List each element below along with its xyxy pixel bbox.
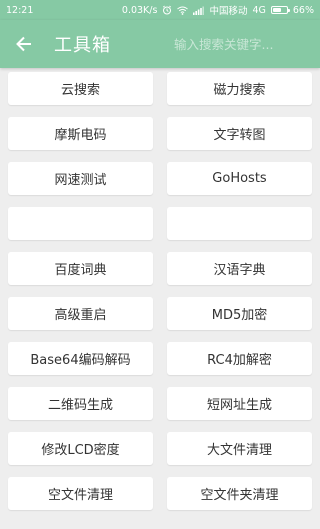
tool-button[interactable]: 短网址生成 [167,387,312,420]
alarm-icon [162,5,172,15]
tool-grid: 云搜索 磁力搜索 摩斯电码 文字转图 网速测试 GoHosts 百度词典 汉语字典 高级重启 MD… [8,72,312,510]
tool-button[interactable]: 大文件清理 [167,432,312,465]
tool-button[interactable]: 高级重启 [8,297,153,330]
tool-button[interactable] [167,207,312,240]
back-button[interactable] [14,34,34,54]
tool-button[interactable]: 空文件夹清理 [167,477,312,510]
tool-button[interactable]: 汉语字典 [167,252,312,285]
tool-button[interactable]: 修改LCD密度 [8,432,153,465]
network-speed: 0.03K/s [121,4,158,16]
wifi-icon [177,6,189,15]
battery-icon [270,6,290,14]
tool-button[interactable]: 云搜索 [8,72,153,105]
status-right-group: 0.03K/s 中国移动 4G 66% [121,3,314,18]
tool-button[interactable]: GoHosts [167,162,312,195]
tool-button[interactable] [8,207,153,240]
status-time: 12:21 [6,4,34,16]
tool-button[interactable]: 磁力搜索 [167,72,312,105]
tool-button[interactable]: 二维码生成 [8,387,153,420]
search-input[interactable] [172,29,306,59]
tool-button[interactable]: 摩斯电码 [8,117,153,150]
page-title: 工具箱 [54,35,111,56]
tool-button[interactable]: 网速测试 [8,162,153,195]
tool-button[interactable]: 空文件清理 [8,477,153,510]
tool-button[interactable]: MD5加密 [167,297,312,330]
tool-button[interactable]: Base64编码解码 [8,342,153,375]
app-toolbar: 工具箱 [0,20,320,68]
signal-icon [193,6,205,15]
tool-button[interactable]: RC4加解密 [167,342,312,375]
carrier-name: 中国移动 [209,6,248,17]
battery-percent: 66% [292,4,314,16]
tool-button[interactable]: 文字转图 [167,117,312,150]
arrow-left-icon [15,35,33,53]
status-bar: 12:21 0.03K/s 中国移动 4G 66% [0,0,320,20]
battery-fill [272,8,282,12]
network-type: 4G [252,4,266,16]
tool-button[interactable]: 百度词典 [8,252,153,285]
